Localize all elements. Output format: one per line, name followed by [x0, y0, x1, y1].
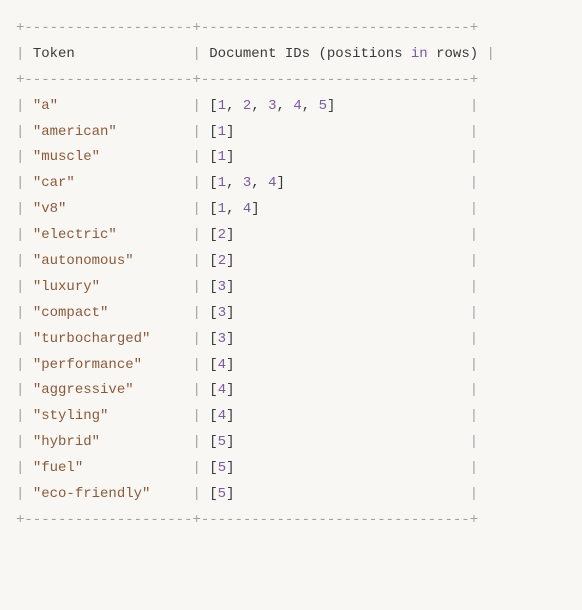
header-col-token: Token — [33, 46, 184, 62]
ids-cell: [2] — [209, 227, 234, 243]
ids-cell: [4] — [209, 382, 234, 398]
ids-cell: [1] — [209, 149, 234, 165]
ids-cell: [5] — [209, 486, 234, 502]
table-row: | "a" | [1, 2, 3, 4, 5] | — [16, 94, 566, 120]
token-cell: "autonomous" — [33, 253, 134, 269]
table-row: | "fuel" | [5] | — [16, 456, 566, 482]
table-row: | "compact" | [3] | — [16, 301, 566, 327]
token-cell: "turbocharged" — [33, 331, 151, 347]
table-row: | "luxury" | [3] | — [16, 275, 566, 301]
token-cell: "a" — [33, 98, 58, 114]
token-cell: "hybrid" — [33, 434, 100, 450]
token-cell: "car" — [33, 175, 75, 191]
table-row: | "v8" | [1, 4] | — [16, 197, 566, 223]
ids-cell: [1, 4] — [209, 201, 259, 217]
ids-cell: [3] — [209, 279, 234, 295]
ids-cell: [3] — [209, 305, 234, 321]
token-cell: "eco-friendly" — [33, 486, 151, 502]
token-cell: "fuel" — [33, 460, 83, 476]
header-keyword: in — [411, 46, 428, 62]
ids-cell: [4] — [209, 357, 234, 373]
table-row: | "hybrid" | [5] | — [16, 430, 566, 456]
table-border: +--------------------+------------------… — [16, 16, 566, 42]
table-row: | "muscle" | [1] | — [16, 145, 566, 171]
table-border: +--------------------+------------------… — [16, 68, 566, 94]
table-header-row: | Token | Document IDs (positions in row… — [16, 42, 566, 68]
token-cell: "luxury" — [33, 279, 100, 295]
ids-cell: [5] — [209, 460, 234, 476]
token-cell: "styling" — [33, 408, 109, 424]
table-row: | "turbocharged" | [3] | — [16, 327, 566, 353]
ids-cell: [2] — [209, 253, 234, 269]
table-row: | "american" | [1] | — [16, 120, 566, 146]
token-cell: "compact" — [33, 305, 109, 321]
token-cell: "aggressive" — [33, 382, 134, 398]
token-cell: "american" — [33, 124, 117, 140]
ids-cell: [1] — [209, 124, 234, 140]
ascii-table: +--------------------+------------------… — [16, 16, 566, 534]
ids-cell: [3] — [209, 331, 234, 347]
table-row: | "styling" | [4] | — [16, 404, 566, 430]
ids-cell: [4] — [209, 408, 234, 424]
table-row: | "electric" | [2] | — [16, 223, 566, 249]
token-cell: "electric" — [33, 227, 117, 243]
token-cell: "v8" — [33, 201, 67, 217]
token-cell: "muscle" — [33, 149, 100, 165]
ids-cell: [5] — [209, 434, 234, 450]
table-row: | "performance" | [4] | — [16, 353, 566, 379]
table-row: | "car" | [1, 3, 4] | — [16, 171, 566, 197]
table-row: | "autonomous" | [2] | — [16, 249, 566, 275]
table-row: | "aggressive" | [4] | — [16, 378, 566, 404]
table-row: | "eco-friendly" | [5] | — [16, 482, 566, 508]
ids-cell: [1, 2, 3, 4, 5] — [209, 98, 335, 114]
ids-cell: [1, 3, 4] — [209, 175, 285, 191]
token-cell: "performance" — [33, 357, 142, 373]
table-border: +--------------------+------------------… — [16, 508, 566, 534]
